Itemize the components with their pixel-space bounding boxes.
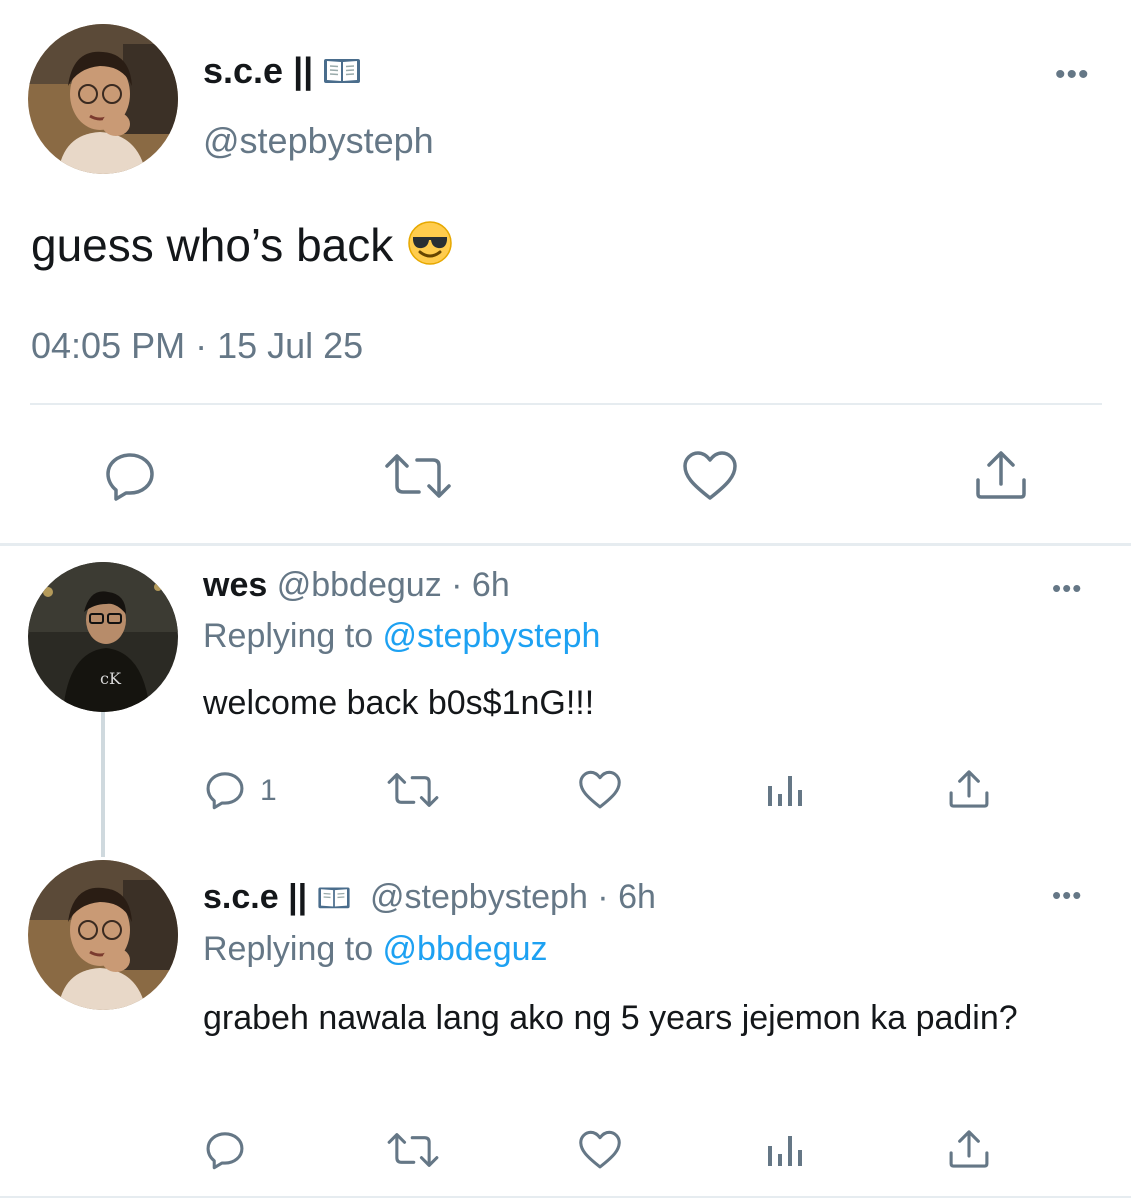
analytics-button[interactable] — [764, 1130, 804, 1170]
replying-to-label: Replying to — [203, 930, 383, 968]
reply-icon — [106, 453, 154, 501]
tweet-text: guess who’s back — [31, 218, 454, 278]
reply-icon — [206, 772, 244, 810]
display-name-text: s.c.e || — [203, 50, 314, 91]
analytics-icon — [768, 1136, 802, 1166]
avatar-reply-1[interactable]: cK — [28, 562, 178, 712]
reply-header: wes @bbdeguz · 6h — [203, 566, 510, 605]
reply-button[interactable] — [205, 770, 245, 810]
reply-button[interactable] — [104, 450, 156, 502]
reply-text: welcome back b0s$1nG!!! — [203, 684, 595, 722]
analytics-icon — [768, 776, 802, 806]
avatar-main[interactable] — [28, 24, 178, 174]
retweet-icon — [385, 454, 451, 498]
replying-to-label: Replying to — [203, 617, 383, 655]
divider — [30, 403, 1102, 405]
svg-text:cK: cK — [100, 669, 122, 688]
mention-link[interactable]: @bbdeguz — [383, 930, 548, 968]
reply-text: grabeh nawala lang ako ng 5 years jejemo… — [203, 999, 1018, 1037]
share-icon — [949, 1130, 989, 1168]
like-button[interactable] — [578, 770, 622, 810]
like-icon — [683, 451, 737, 500]
avatar-reply-2[interactable] — [28, 860, 178, 1010]
timestamp[interactable]: 04:05 PM · 15 Jul 25 — [31, 325, 363, 367]
like-icon — [579, 770, 621, 809]
share-button[interactable] — [948, 1128, 990, 1170]
retweet-button[interactable] — [383, 450, 453, 502]
more-icon[interactable]: ••• — [1055, 60, 1090, 90]
replying-to: Replying to @bbdeguz — [203, 930, 548, 969]
share-icon — [976, 451, 1026, 499]
like-icon — [579, 1130, 621, 1169]
share-icon — [949, 770, 989, 808]
share-button[interactable] — [948, 768, 990, 810]
open-book-icon — [323, 52, 361, 94]
analytics-button[interactable] — [764, 770, 804, 810]
divider — [0, 543, 1131, 546]
more-icon[interactable]: ••• — [1052, 575, 1082, 601]
reply-display-name[interactable]: s.c.e || — [203, 878, 307, 916]
reply-meta[interactable]: @stepbysteph · 6h — [370, 878, 656, 916]
open-book-icon — [317, 880, 351, 919]
thread-line — [101, 712, 105, 857]
like-button[interactable] — [578, 1130, 622, 1170]
retweet-button[interactable] — [386, 770, 440, 810]
sunglasses-emoji-icon — [406, 219, 454, 278]
reply-display-name[interactable]: wes — [203, 566, 267, 604]
like-button[interactable] — [682, 450, 738, 502]
reply-count: 1 — [260, 774, 277, 807]
replying-to: Replying to @stepbysteph — [203, 617, 600, 656]
tweet-text-content: guess who’s back — [31, 219, 394, 271]
mention-link[interactable]: @stepbysteph — [383, 617, 601, 655]
retweet-icon — [387, 1133, 439, 1167]
reply-meta[interactable]: @bbdeguz · 6h — [277, 566, 510, 604]
divider — [0, 1196, 1131, 1198]
reply-header: s.c.e || @stepbysteph · 6h — [203, 878, 656, 919]
reply-button[interactable] — [205, 1130, 245, 1170]
retweet-button[interactable] — [386, 1130, 440, 1170]
share-button[interactable] — [974, 448, 1028, 502]
retweet-icon — [387, 773, 439, 807]
more-icon[interactable]: ••• — [1052, 882, 1082, 908]
reply-icon — [206, 1132, 244, 1170]
main-display-name[interactable]: s.c.e || — [203, 50, 361, 94]
main-handle[interactable]: @stepbysteph — [203, 120, 434, 162]
